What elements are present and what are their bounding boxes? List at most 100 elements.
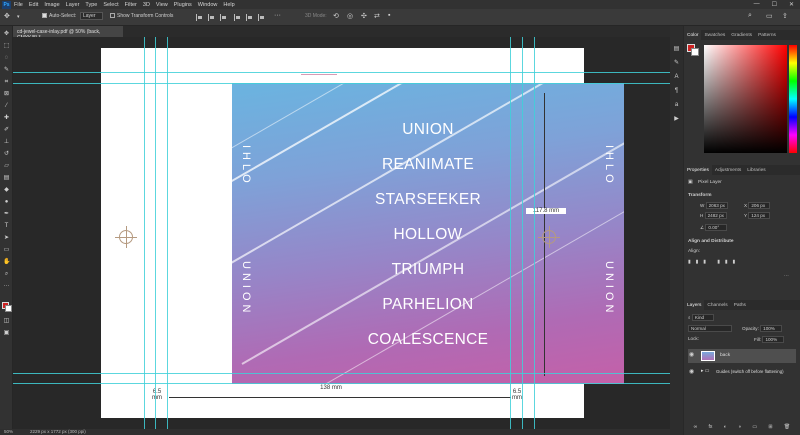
- align-buttons-icon[interactable]: ▮▮▮ ▮▮▮: [688, 260, 740, 265]
- menu-3d[interactable]: 3D: [143, 2, 150, 8]
- auto-select-checkbox[interactable]: Auto-Select:: [42, 13, 76, 19]
- lasso-tool-icon[interactable]: ◌: [3, 55, 10, 62]
- tab-color[interactable]: Color: [684, 30, 702, 40]
- background-color-swatch[interactable]: [5, 305, 12, 312]
- close-icon[interactable]: ✕: [789, 1, 794, 8]
- history-icon[interactable]: ▤: [673, 46, 680, 53]
- guide-vertical[interactable]: [144, 37, 145, 429]
- hand-tool-icon[interactable]: ✋: [3, 259, 10, 266]
- pen-tool-icon[interactable]: ✒: [3, 211, 10, 218]
- brush-settings-icon[interactable]: ✎: [673, 60, 680, 67]
- eye-icon[interactable]: ◉: [689, 368, 694, 375]
- align-center-icon[interactable]: [208, 14, 215, 21]
- eye-icon[interactable]: ◉: [689, 351, 694, 358]
- fill-field[interactable]: Fill: 100%: [754, 336, 785, 343]
- workspace-icon[interactable]: ▭: [766, 12, 773, 20]
- move-tool-icon[interactable]: ✥: [3, 31, 10, 38]
- align-bottom-icon[interactable]: [258, 14, 265, 21]
- share-icon[interactable]: ⇪: [782, 12, 788, 20]
- link-icon[interactable]: ∞: [694, 424, 698, 432]
- paragraph-icon[interactable]: ¶: [673, 88, 680, 95]
- 3d-pan-icon[interactable]: ✣: [361, 12, 367, 20]
- actions-icon[interactable]: ▶: [673, 116, 680, 123]
- screen-mode-icon[interactable]: ▣: [3, 330, 10, 337]
- marquee-tool-icon[interactable]: ⬚: [3, 43, 10, 50]
- tab-patterns[interactable]: Patterns: [755, 30, 779, 40]
- zoom-level[interactable]: 50%: [4, 429, 13, 434]
- align-middle-icon[interactable]: [246, 14, 253, 21]
- guide-horizontal[interactable]: [13, 383, 682, 384]
- more-options-icon[interactable]: ···: [784, 274, 789, 279]
- 3d-roll-icon[interactable]: ◎: [347, 12, 353, 20]
- eyedropper-tool-icon[interactable]: ⁄: [3, 103, 10, 110]
- color-picker-field[interactable]: [704, 45, 787, 153]
- height-field[interactable]: H 2482 px: [700, 212, 727, 219]
- menu-layer[interactable]: Layer: [66, 2, 80, 8]
- align-left-icon[interactable]: [196, 14, 203, 21]
- tab-properties[interactable]: Properties: [684, 165, 712, 175]
- blend-mode-dropdown[interactable]: Normal: [688, 325, 732, 332]
- guide-vertical[interactable]: [534, 37, 535, 429]
- layer-filter-dropdown[interactable]: ⌕ Kind: [688, 314, 714, 321]
- guide-vertical[interactable]: [510, 37, 511, 429]
- menu-help[interactable]: Help: [223, 2, 234, 8]
- chevron-down-icon[interactable]: ▾: [17, 14, 20, 20]
- more-options-icon[interactable]: ···: [274, 12, 281, 19]
- menu-view[interactable]: View: [156, 2, 168, 8]
- healing-tool-icon[interactable]: ✚: [3, 115, 10, 122]
- width-field[interactable]: W 2063 px: [700, 202, 728, 209]
- tab-adjustments[interactable]: Adjustments: [712, 165, 744, 175]
- y-field[interactable]: Y 124 px: [744, 212, 771, 219]
- angle-field[interactable]: ∠ 0.00°: [700, 224, 728, 231]
- crop-tool-icon[interactable]: ⌗: [3, 79, 10, 86]
- quick-mask-icon[interactable]: ◫: [3, 318, 10, 325]
- dodge-tool-icon[interactable]: ●: [3, 199, 10, 206]
- menu-type[interactable]: Type: [85, 2, 97, 8]
- more-tools-icon[interactable]: ···: [3, 283, 10, 290]
- new-layer-icon[interactable]: ⊞: [768, 424, 772, 432]
- canvas-area[interactable]: UNION REANIMATE STARSEEKER HOLLOW TRIUMP…: [13, 37, 682, 429]
- fx-icon[interactable]: fx: [709, 424, 713, 432]
- x-field[interactable]: X 206 px: [744, 202, 771, 209]
- menu-file[interactable]: File: [14, 2, 23, 8]
- tab-gradients[interactable]: Gradients: [728, 30, 755, 40]
- zoom-tool-icon[interactable]: ⌕: [3, 271, 10, 278]
- guide-vertical[interactable]: [155, 37, 156, 429]
- adjustment-icon[interactable]: ◑: [738, 424, 741, 432]
- tab-swatches[interactable]: Swatches: [701, 30, 728, 40]
- layer-row-guides[interactable]: ◉ ▸ ▭ Guides (switch off before flatteni…: [688, 366, 796, 377]
- guide-horizontal[interactable]: [13, 83, 682, 84]
- guide-horizontal[interactable]: [13, 373, 682, 374]
- background-color-chip[interactable]: [691, 48, 699, 56]
- quick-select-tool-icon[interactable]: ✎: [3, 67, 10, 74]
- menu-window[interactable]: Window: [198, 2, 218, 8]
- guide-vertical[interactable]: [522, 37, 523, 429]
- brush-tool-icon[interactable]: ✐: [3, 127, 10, 134]
- menu-filter[interactable]: Filter: [125, 2, 137, 8]
- menu-image[interactable]: Image: [44, 2, 59, 8]
- minimize-icon[interactable]: —: [754, 1, 760, 8]
- group-icon[interactable]: ▭: [752, 424, 757, 432]
- move-tool-icon[interactable]: ✥: [4, 12, 10, 20]
- menu-edit[interactable]: Edit: [29, 2, 38, 8]
- maximize-icon[interactable]: ☐: [772, 1, 777, 8]
- menu-select[interactable]: Select: [103, 2, 118, 8]
- search-icon[interactable]: ⌕: [748, 12, 752, 20]
- 3d-scale-icon[interactable]: ▪: [388, 12, 390, 19]
- hue-slider[interactable]: [789, 45, 797, 153]
- layer-row-back[interactable]: ◉ back: [688, 349, 796, 363]
- tab-channels[interactable]: Channels: [704, 300, 730, 310]
- guide-vertical[interactable]: [167, 37, 168, 429]
- menu-plugins[interactable]: Plugins: [174, 2, 192, 8]
- align-right-icon[interactable]: [220, 14, 227, 21]
- mask-icon[interactable]: ◐: [724, 424, 727, 432]
- opacity-field[interactable]: Opacity: 100%: [742, 325, 783, 332]
- show-transform-checkbox[interactable]: Show Transform Controls: [110, 13, 173, 19]
- blur-tool-icon[interactable]: ◆: [3, 187, 10, 194]
- frame-tool-icon[interactable]: ⊠: [3, 91, 10, 98]
- character-icon[interactable]: A: [673, 74, 680, 81]
- glyphs-icon[interactable]: a: [673, 102, 680, 109]
- delete-icon[interactable]: 🗑: [784, 424, 790, 432]
- history-brush-icon[interactable]: ↺: [3, 151, 10, 158]
- rectangle-tool-icon[interactable]: ▭: [3, 247, 10, 254]
